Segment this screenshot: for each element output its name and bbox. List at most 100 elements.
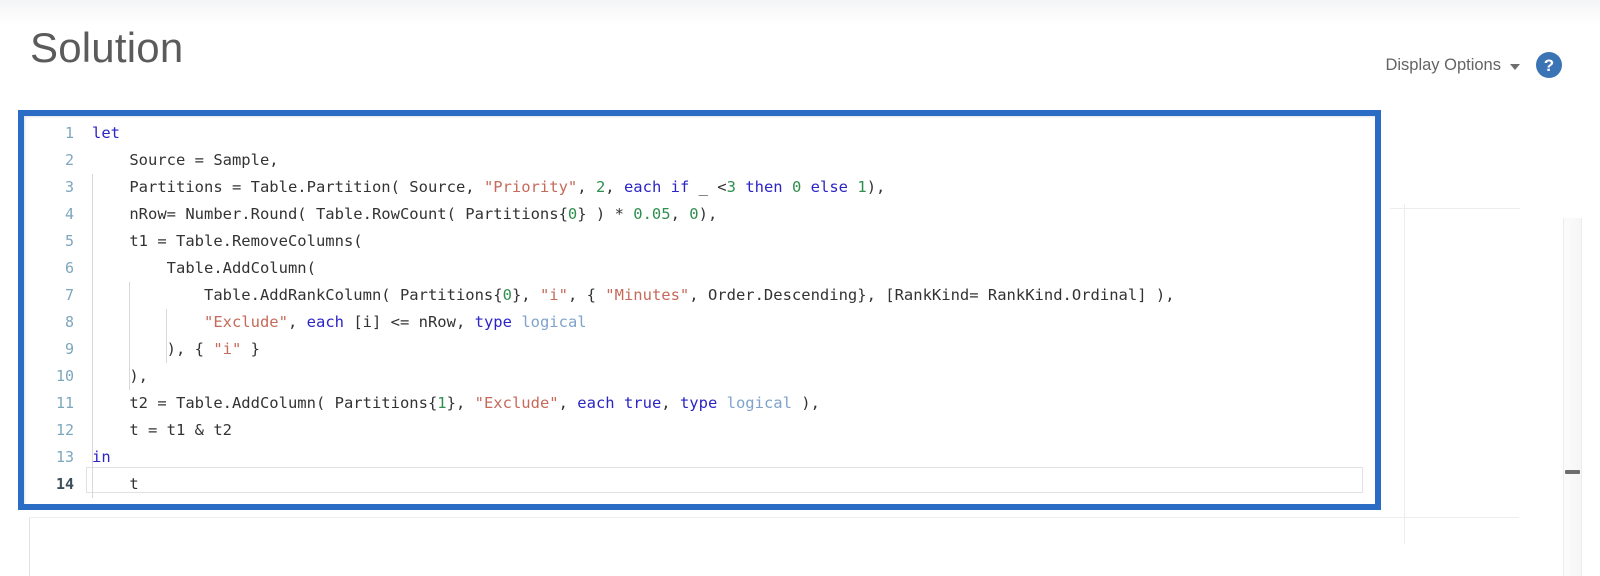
line-number: 14 — [55, 475, 74, 493]
code-line-text[interactable]: in — [86, 444, 1375, 471]
code-line[interactable]: 14 t — [24, 467, 1375, 498]
panel-bottom-divider — [29, 517, 1519, 518]
code-token: [i] <= nRow, — [343, 313, 475, 331]
code-line-text[interactable]: Table.AddRankColumn( Partitions{0}, "i",… — [86, 282, 1375, 309]
line-number: 5 — [64, 232, 74, 250]
code-line[interactable]: 8 "Exclude", each [i] <= nRow, type logi… — [24, 309, 1375, 336]
code-editor-panel[interactable]: 1 let 2 Source = Sample, 3 Partitions = Tab… — [24, 116, 1375, 504]
code-line[interactable]: 5 t1 = Table.RemoveColumns( — [24, 228, 1375, 255]
line-number: 1 — [64, 124, 74, 142]
code-line-text[interactable]: "Exclude", each [i] <= nRow, type logica… — [86, 309, 1375, 336]
code-line[interactable]: 3 Partitions = Table.Partition( Source, … — [24, 174, 1375, 201]
code-token: t2 = Table.AddColumn( Partitions{ — [92, 394, 438, 412]
code-line-text[interactable]: let — [86, 120, 1375, 147]
vertical-scrollbar[interactable] — [1563, 218, 1582, 576]
code-token: true — [623, 394, 662, 412]
code-token: , — [287, 313, 307, 331]
code-token: , { — [567, 286, 606, 304]
code-token: 0 — [502, 286, 512, 304]
code-token: }, — [511, 286, 540, 304]
code-line[interactable]: 10 ), — [24, 363, 1375, 390]
code-token: 3 — [726, 178, 736, 196]
line-number: 8 — [64, 313, 74, 331]
code-token: _ < — [689, 178, 727, 196]
code-token: logical — [521, 313, 587, 331]
code-line-text[interactable]: Source = Sample, — [86, 147, 1375, 174]
code-token: , — [661, 394, 680, 412]
code-token: nRow= Number.Round( Table.RowCount( Part… — [92, 205, 568, 223]
code-line-text[interactable]: Table.AddColumn( — [86, 255, 1375, 282]
code-line-text[interactable]: ), { "i" } — [86, 336, 1375, 363]
code-line[interactable]: 12 t = t1 & t2 — [24, 417, 1375, 444]
page-header: Solution Display Options ? — [0, 0, 1600, 100]
code-token: if — [670, 178, 690, 196]
line-number: 9 — [64, 340, 74, 358]
code-highlight-box: 1 let 2 Source = Sample, 3 Partitions = Tab… — [18, 110, 1381, 510]
code-line-text[interactable]: t2 = Table.AddColumn( Partitions{1}, "Ex… — [86, 390, 1375, 417]
header-actions: Display Options ? — [1385, 52, 1562, 78]
code-token: each — [577, 394, 615, 412]
code-line-text[interactable]: t1 = Table.RemoveColumns( — [86, 228, 1375, 255]
line-number: 10 — [55, 367, 74, 385]
code-token: "i" — [213, 340, 242, 358]
code-line[interactable]: 4 nRow= Number.Round( Table.RowCount( Pa… — [24, 201, 1375, 228]
panel-left-divider — [29, 518, 30, 576]
code-token: then — [745, 178, 783, 196]
code-line-text[interactable]: nRow= Number.Round( Table.RowCount( Part… — [86, 201, 1375, 228]
code-token: let — [92, 124, 120, 142]
code-token: , Order.Descending}, [RankKind= RankKind… — [689, 286, 1175, 304]
code-token: 1 — [857, 178, 867, 196]
code-token: ), — [698, 205, 718, 223]
code-line[interactable]: 6 Table.AddColumn( — [24, 255, 1375, 282]
code-editor[interactable]: 1 let 2 Source = Sample, 3 Partitions = Tab… — [24, 116, 1375, 498]
code-token: "Exclude" — [203, 313, 288, 331]
code-line[interactable]: 11 t2 = Table.AddColumn( Partitions{1}, … — [24, 390, 1375, 417]
code-token: 1 — [437, 394, 447, 412]
line-number: 7 — [64, 286, 74, 304]
code-line[interactable]: 2 Source = Sample, — [24, 147, 1375, 174]
code-line-text[interactable]: ), — [86, 363, 1375, 390]
code-token: }, — [446, 394, 475, 412]
code-token: Partitions = Table.Partition( Source, — [92, 178, 484, 196]
code-line[interactable]: 1 let — [24, 120, 1375, 147]
code-token: t — [92, 475, 139, 493]
chevron-down-icon — [1510, 63, 1520, 70]
help-glyph: ? — [1543, 55, 1555, 75]
solution-page: Solution Display Options ? 1 let 2 Source … — [0, 0, 1600, 576]
code-token: 2 — [595, 178, 606, 196]
code-line-text[interactable]: Partitions = Table.Partition( Source, "P… — [86, 174, 1375, 201]
code-token: else — [810, 178, 848, 196]
line-number: 11 — [55, 394, 74, 412]
code-token: , — [577, 178, 596, 196]
code-line[interactable]: 9 ), { "i" } — [24, 336, 1375, 363]
code-line[interactable]: 13 in — [24, 444, 1375, 471]
code-token: Source = Sample, — [92, 151, 279, 169]
code-token: each — [623, 178, 662, 196]
code-token: ), { — [92, 340, 214, 358]
code-line[interactable]: 7 Table.AddRankColumn( Partitions{0}, "i… — [24, 282, 1375, 309]
scrollbar-thumb[interactable] — [1565, 470, 1580, 474]
panel-divider-vertical — [1404, 204, 1405, 544]
code-token: ), — [791, 394, 820, 412]
display-options-button[interactable]: Display Options — [1385, 56, 1520, 75]
code-line-text[interactable]: t = t1 & t2 — [86, 417, 1375, 444]
help-circle-icon[interactable]: ? — [1536, 52, 1562, 78]
code-token: , — [670, 205, 690, 223]
code-token: , — [605, 178, 624, 196]
code-token: 0.05 — [633, 205, 671, 223]
code-token: 0 — [791, 178, 802, 196]
code-line-text[interactable]: t — [86, 467, 1375, 498]
code-token: in — [92, 448, 111, 466]
code-token: , — [558, 394, 578, 412]
code-token: Table.AddColumn( — [92, 259, 316, 277]
code-token: type — [474, 313, 512, 331]
display-options-label: Display Options — [1385, 55, 1501, 74]
line-number: 4 — [64, 205, 74, 223]
